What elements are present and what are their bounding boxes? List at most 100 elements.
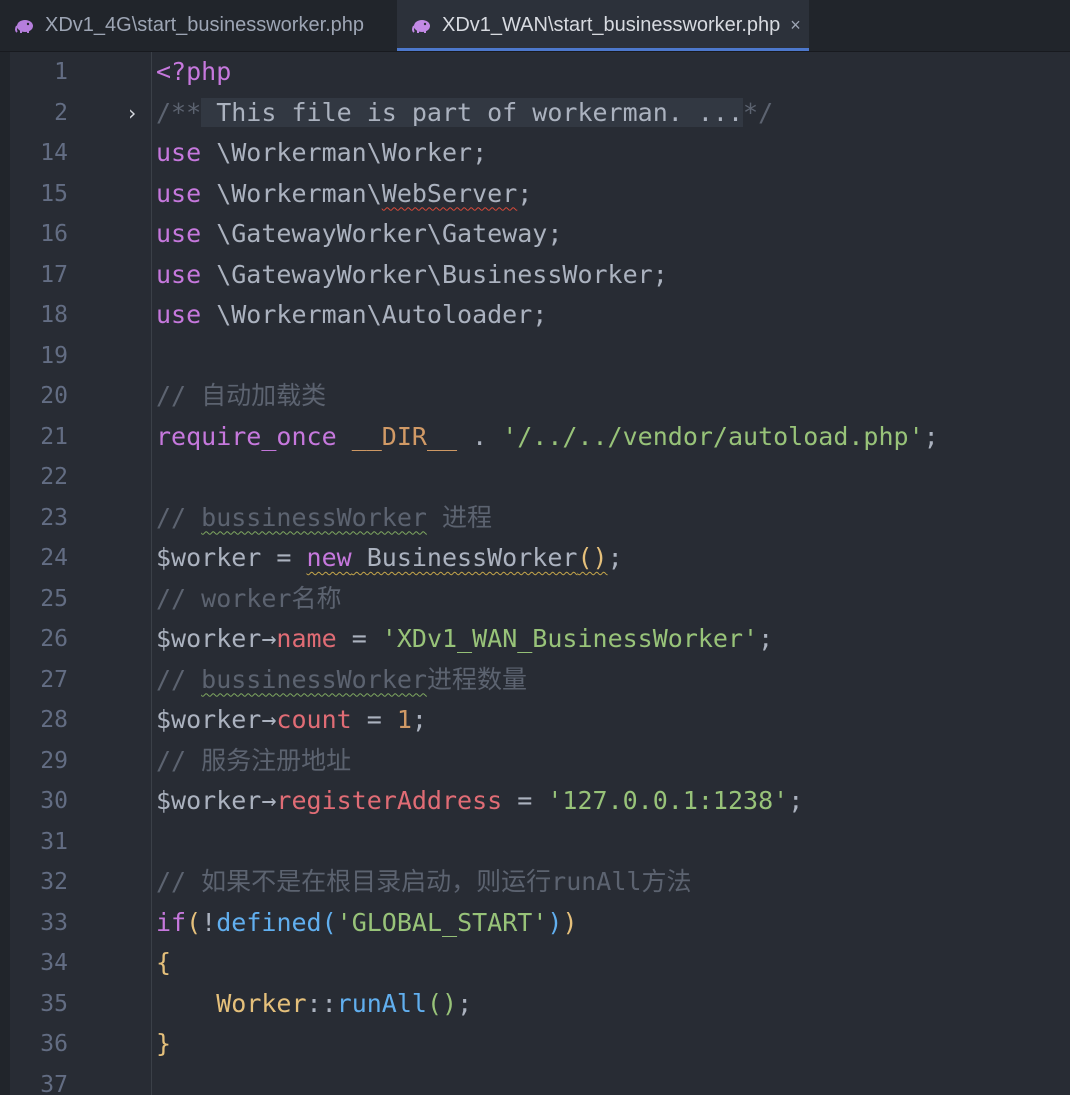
- line-number: 16: [40, 221, 68, 247]
- code-token: registerAddress: [276, 786, 503, 815]
- code-editor[interactable]: 1 <?php 2 › /** This file is part of workerm…: [0, 52, 1070, 1095]
- code-token: !: [201, 907, 217, 937]
- line-number: 33: [40, 909, 68, 936]
- code-text: $worker→count = 1;: [156, 700, 427, 741]
- code-line[interactable]: 21 require_once __DIR__ . '/../../vendor/…: [0, 417, 1070, 458]
- code-token: BusinessWorker: [351, 543, 578, 572]
- code-line[interactable]: 19: [0, 336, 1070, 377]
- code-token: use: [156, 219, 202, 248]
- code-token: .: [457, 421, 503, 451]
- code-line[interactable]: 32 // 如果不是在根目录启动，则运行runAll方法: [0, 862, 1070, 903]
- code-token: ::: [306, 988, 337, 1018]
- line-number: 25: [40, 585, 68, 612]
- code-token: 进程数量: [426, 664, 527, 694]
- tab-xdv1-4g-start-businessworker[interactable]: XDv1_4G\start_businessworker.php: [0, 0, 392, 51]
- line-number: 26: [40, 626, 68, 652]
- code-text: use \GatewayWorker\BusinessWorker;: [156, 255, 668, 296]
- code-line[interactable]: 20 // 自动加载类: [0, 376, 1070, 417]
- code-text: use \Workerman\WebServer;: [156, 174, 532, 215]
- line-number: 28: [40, 707, 68, 733]
- line-number: 35: [40, 990, 68, 1017]
- line-number: 1: [54, 59, 68, 85]
- code-token: // 自动加载类: [156, 381, 327, 410]
- code-line[interactable]: 25 // worker名称: [0, 579, 1070, 620]
- code-token: use: [156, 138, 202, 167]
- code-text: /** This file is part of workerman. ...*…: [156, 93, 773, 134]
- line-number: 17: [40, 261, 68, 288]
- code-token: Worker: [216, 988, 307, 1018]
- code-token: ;: [788, 786, 804, 815]
- line-number: 14: [40, 140, 68, 166]
- code-line[interactable]: 17 use \GatewayWorker\BusinessWorker;: [0, 255, 1070, 296]
- code-token: 'GLOBAL_START': [336, 907, 548, 937]
- code-text: // worker名称: [156, 579, 341, 620]
- code-token: require_once: [156, 421, 337, 451]
- code-text: if(!defined('GLOBAL_START')): [156, 903, 578, 944]
- line-number: 23: [40, 504, 68, 531]
- code-token: // 如果不是在根目录启动，则运行runAll方法: [156, 867, 692, 896]
- code-line[interactable]: 31: [0, 822, 1070, 863]
- line-number: 37: [40, 1071, 68, 1095]
- code-token: */: [743, 97, 774, 127]
- code-token: =: [351, 705, 397, 734]
- code-token: \GatewayWorker\BusinessWorker;: [201, 259, 668, 289]
- code-line[interactable]: 16 use \GatewayWorker\Gateway;: [0, 214, 1070, 255]
- tab-label: XDv1_WAN\start_businessworker.php: [442, 14, 781, 36]
- code-token: $worker→: [156, 786, 277, 815]
- tab-label: XDv1_4G\start_businessworker.php: [45, 14, 365, 36]
- code-token: (): [577, 543, 608, 572]
- code-line[interactable]: 22: [0, 457, 1070, 498]
- code-token: bussinessWorker: [201, 502, 427, 532]
- code-line[interactable]: 29 // 服务注册地址: [0, 741, 1070, 782]
- code-token: =: [502, 786, 548, 815]
- code-token: count: [276, 705, 352, 734]
- line-number: 36: [40, 1031, 68, 1057]
- code-line[interactable]: 18 use \Workerman\Autoloader;: [0, 295, 1070, 336]
- code-line[interactable]: 2 › /** This file is part of workerman. ..…: [0, 93, 1070, 134]
- line-number: 24: [40, 545, 68, 571]
- code-line[interactable]: 33 if(!defined('GLOBAL_START')): [0, 903, 1070, 944]
- code-text: $worker→registerAddress = '127.0.0.1:123…: [156, 781, 803, 822]
- code-token: $worker→: [156, 705, 277, 734]
- tab-xdv1-wan-start-businessworker[interactable]: XDv1_WAN\start_businessworker.php ×: [397, 0, 809, 51]
- code-text: <?php: [156, 52, 231, 93]
- code-line[interactable]: 23 // bussinessWorker 进程: [0, 498, 1070, 539]
- line-number: 27: [40, 666, 68, 693]
- code-line[interactable]: 1 <?php: [0, 52, 1070, 93]
- code-text: // bussinessWorker进程数量: [156, 660, 527, 701]
- code-line[interactable]: 36}: [0, 1024, 1070, 1065]
- code-line[interactable]: 26 $worker→name = 'XDv1_WAN_BusinessWorke…: [0, 619, 1070, 660]
- code-token: // worker名称: [156, 583, 342, 613]
- code-line[interactable]: 35 Worker::runAll();: [0, 984, 1070, 1025]
- code-line[interactable]: 30 $worker→registerAddress = '127.0.0.1:1…: [0, 781, 1070, 822]
- code-token: ;: [607, 543, 623, 572]
- active-tab-indicator: [397, 48, 809, 51]
- code-line[interactable]: 15 use \Workerman\WebServer;: [0, 174, 1070, 215]
- code-token: \Workerman\: [201, 178, 382, 208]
- code-token: WebServer: [381, 178, 518, 208]
- code-line[interactable]: 34 {: [0, 943, 1070, 984]
- code-token: =: [336, 624, 382, 653]
- line-number: 18: [40, 302, 68, 328]
- close-icon[interactable]: ×: [790, 15, 801, 36]
- code-line[interactable]: 27 // bussinessWorker进程数量: [0, 660, 1070, 701]
- line-number: 21: [40, 423, 68, 450]
- line-number: 22: [40, 464, 68, 490]
- code-token: ): [562, 907, 578, 937]
- line-number: 29: [40, 747, 68, 774]
- code-line[interactable]: 14 use \Workerman\Worker;: [0, 133, 1070, 174]
- code-token: defined: [216, 907, 322, 937]
- chevron-right-icon[interactable]: ›: [126, 93, 138, 134]
- code-token: \Workerman\Autoloader;: [201, 300, 548, 329]
- code-token: '127.0.0.1:1238': [547, 786, 789, 815]
- code-line[interactable]: 37: [0, 1065, 1070, 1095]
- code-text: use \Workerman\Autoloader;: [156, 295, 547, 336]
- code-token: '/../../vendor/autoload.php': [502, 421, 924, 451]
- code-token: $worker =: [156, 543, 307, 572]
- code-token: 'XDv1_WAN_BusinessWorker': [381, 624, 759, 653]
- code-token: \GatewayWorker\Gateway;: [201, 219, 563, 248]
- code-token: __DIR__: [351, 421, 458, 451]
- code-line[interactable]: 24 $worker = new BusinessWorker();: [0, 538, 1070, 579]
- code-line[interactable]: 28 $worker→count = 1;: [0, 700, 1070, 741]
